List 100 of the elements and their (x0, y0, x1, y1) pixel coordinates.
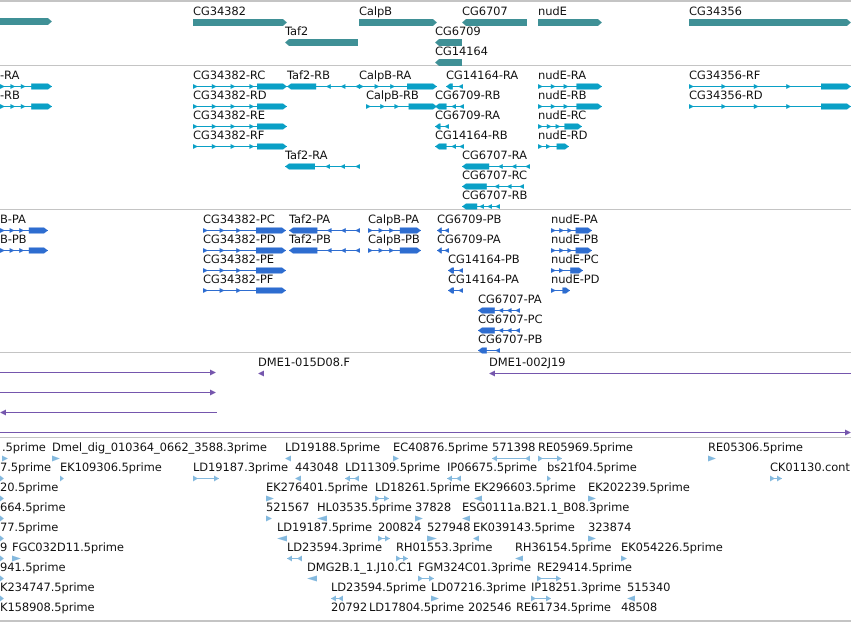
est-label: HL03535.5prime (317, 500, 412, 515)
transcript-label: -RB (0, 88, 20, 103)
gene-label: nudE (538, 4, 567, 19)
transcript-label: CG6709-RA (435, 108, 500, 123)
protein-label: CG6709-PB (437, 212, 502, 227)
est-label: LD19187.5prime (277, 520, 372, 535)
est-label: 20.5prime (0, 480, 58, 495)
transcript-label: CalpB-RB (366, 88, 419, 103)
protein-label: CG6707-PC (478, 312, 542, 327)
est-label: LD07216.3prime (431, 580, 526, 595)
protein-label: CG34382-PC (203, 212, 275, 227)
est-label: FGC032D11.5prime (12, 540, 124, 555)
est-label: IP06675.5prime (447, 460, 537, 475)
est-label: 515340 (627, 580, 670, 595)
est-label: RE05969.5prime (538, 440, 633, 455)
transcript-label: CG34382-RD (193, 88, 267, 103)
transcript-label: CG6707-RC (462, 168, 527, 183)
protein-label: CG34382-PF (203, 272, 274, 287)
est-label: EK039143.5prime (473, 520, 575, 535)
est-label: EK276401.5prime (266, 480, 368, 495)
transcript-label: CG6707-RB (462, 188, 528, 203)
est-label: 521567 (266, 500, 310, 515)
transcript-label: nudE-RD (538, 128, 588, 143)
gene-label: CG6707 (462, 4, 508, 19)
est-label: 323874 (588, 520, 632, 535)
transcript-label: nudE-RB (538, 88, 586, 103)
protein-label: CalpB-PA (368, 212, 419, 227)
est-label: LD19187.3prime (193, 460, 288, 475)
est-label: LD18261.5prime (375, 480, 470, 495)
est-label: 941.5prime (0, 560, 66, 575)
est-label: .5prime (2, 440, 46, 455)
gene-label: Taf2 (285, 24, 308, 39)
est-label: 7.5prime (0, 460, 51, 475)
est-label: RH36154.5prime (515, 540, 612, 555)
gene-label: CG34356 (689, 4, 742, 19)
est-label: LD23594.5prime (331, 580, 426, 595)
est-label: 9 (0, 540, 8, 555)
est-label: 77.5prime (0, 520, 58, 535)
est-label: 664.5prime (0, 500, 66, 515)
est-label: 48508 (621, 600, 658, 615)
est-label: LD19188.5prime (285, 440, 380, 455)
est-label: K234747.5prime (0, 580, 95, 595)
transcript-label: CG34356-RF (689, 68, 760, 83)
protein-label: nudE-PA (551, 212, 598, 227)
est-label: bs21f04.5prime (547, 460, 637, 475)
est-label: 202546 (468, 600, 512, 615)
est-label: EK109306.5prime (60, 460, 162, 475)
protein-label: nudE-PC (551, 252, 599, 267)
clone-label: DME1-015D08.F (258, 355, 350, 370)
protein-label: CalpB-PB (368, 232, 420, 247)
transcript-label: -RA (0, 68, 20, 83)
transcript-label: CG34382-RC (193, 68, 266, 83)
transcript-label: CG14164-RB (435, 128, 508, 143)
protein-label: CG14164-PA (448, 272, 519, 287)
est-label: 443048 (295, 460, 338, 475)
protein-label: nudE-PD (551, 272, 600, 287)
est-label: 37828 (415, 500, 452, 515)
gene-label: CG6709 (435, 24, 481, 39)
transcript-label: CG6709-RB (435, 88, 500, 103)
transcript-label: CG6707-RA (462, 148, 527, 163)
est-label: EC40876.5prime (393, 440, 488, 455)
transcript-label: CG14164-RA (446, 68, 518, 83)
est-label: 527948 (427, 520, 470, 535)
est-label: K158908.5prime (0, 600, 95, 615)
est-label: LD11309.5prime (345, 460, 440, 475)
protein-label: nudE-PB (551, 232, 598, 247)
est-label: IP18251.3prime (531, 580, 621, 595)
protein-label: CG6707-PA (478, 292, 542, 307)
gene-label: CG14164 (435, 44, 488, 59)
protein-label: B-PB (0, 232, 26, 247)
protein-label: CG6709-PA (437, 232, 501, 247)
est-label: ESG0111a.B21.1_B08.3prime (462, 500, 630, 515)
transcript-label: Taf2-RA (285, 148, 328, 163)
est-label: RH01553.3prime (396, 540, 492, 555)
transcript-label: CG34356-RD (689, 88, 763, 103)
est-label: 200824 (378, 520, 422, 535)
est-label: EK296603.5prime (474, 480, 576, 495)
gene-label: CG34382 (193, 4, 246, 19)
protein-label: CG34382-PE (203, 252, 274, 267)
est-label: EK202239.5prime (588, 480, 690, 495)
est-label: DMG2B.1_1.J10.C1 (307, 560, 414, 575)
est-label: RE29414.5prime (537, 560, 632, 575)
clone-label: DME1-002J19 (489, 355, 566, 370)
gene-label: CalpB (359, 4, 392, 19)
protein-label: Taf2-PB (289, 232, 331, 247)
est-label: EK054226.5prime (621, 540, 723, 555)
transcript-label: Taf2-RB (287, 68, 330, 83)
est-label: LD23594.3prime (287, 540, 382, 555)
est-label: CK01130.cont (770, 460, 850, 475)
transcript-label: CG34382-RF (193, 128, 264, 143)
est-label: 20792 (331, 600, 368, 615)
protein-label: CG34382-PD (203, 232, 276, 247)
transcript-label: nudE-RA (538, 68, 586, 83)
est-label: 571398 (492, 440, 536, 455)
est-label: FGM324C01.3prime (418, 560, 531, 575)
est-label: Dmel_dig_010364_0662_3588.3prime (52, 440, 267, 455)
protein-label: Taf2-PA (289, 212, 330, 227)
transcript-label: CG34382-RE (193, 108, 265, 123)
protein-label: CG6707-PB (478, 332, 542, 347)
protein-label: B-PA (0, 212, 26, 227)
